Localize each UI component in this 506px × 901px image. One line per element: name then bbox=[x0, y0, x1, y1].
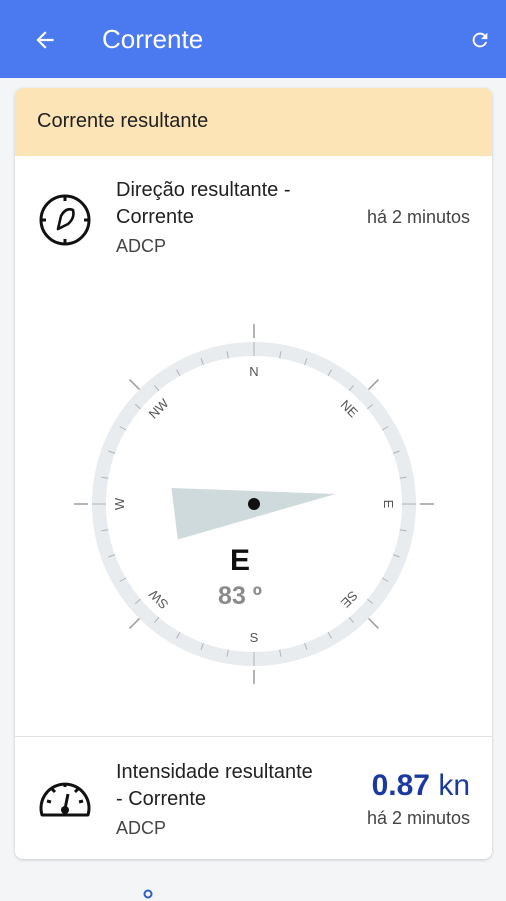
refresh-icon bbox=[472, 32, 488, 48]
compass-dial: N S E W NE NW SE SW E 83 º bbox=[74, 324, 434, 684]
compass-major-tick bbox=[366, 379, 379, 392]
card-header-title: Corrente resultante bbox=[37, 110, 209, 132]
compass-label-n: N bbox=[249, 364, 258, 379]
refresh-button[interactable] bbox=[466, 26, 494, 54]
partial-icon bbox=[143, 889, 153, 899]
direction-degrees: 83 º bbox=[218, 582, 262, 610]
compass-major-tick bbox=[129, 616, 142, 629]
direction-cardinal: E bbox=[230, 544, 250, 577]
direction-title-line1: Direção resultante - bbox=[116, 179, 291, 201]
intensity-timestamp: há 2 minutos bbox=[366, 808, 470, 828]
direction-timestamp: há 2 minutos bbox=[366, 207, 470, 227]
compass-major-tick bbox=[366, 616, 379, 629]
speedometer-icon bbox=[39, 782, 91, 817]
back-button[interactable] bbox=[30, 25, 60, 55]
intensity-title-line2: - Corrente bbox=[116, 788, 207, 810]
card-header: Corrente resultante bbox=[15, 88, 492, 156]
divider bbox=[15, 736, 492, 737]
compass-icon bbox=[39, 194, 91, 246]
intensity-unit: kn bbox=[438, 769, 470, 802]
compass-label-s: S bbox=[250, 630, 259, 645]
compass-label-e: E bbox=[381, 500, 396, 509]
intensity-source: ADCP bbox=[116, 818, 167, 838]
page-title: Corrente bbox=[102, 24, 204, 54]
compass-label-w: W bbox=[112, 497, 127, 510]
direction-source: ADCP bbox=[116, 236, 167, 256]
app-bar: Corrente bbox=[0, 0, 506, 78]
current-card: Corrente resultante Direção resultante -… bbox=[15, 88, 492, 859]
intensity-title-line1: Intensidade resultante bbox=[116, 761, 313, 783]
compass-center-dot bbox=[248, 498, 260, 510]
compass-major-tick bbox=[129, 379, 142, 392]
intensity-number: 0.87 bbox=[371, 769, 430, 802]
intensity-value: 0.87 kn bbox=[372, 768, 470, 804]
arrow-back-icon bbox=[36, 31, 54, 49]
direction-title-line2: Corrente bbox=[116, 206, 194, 228]
